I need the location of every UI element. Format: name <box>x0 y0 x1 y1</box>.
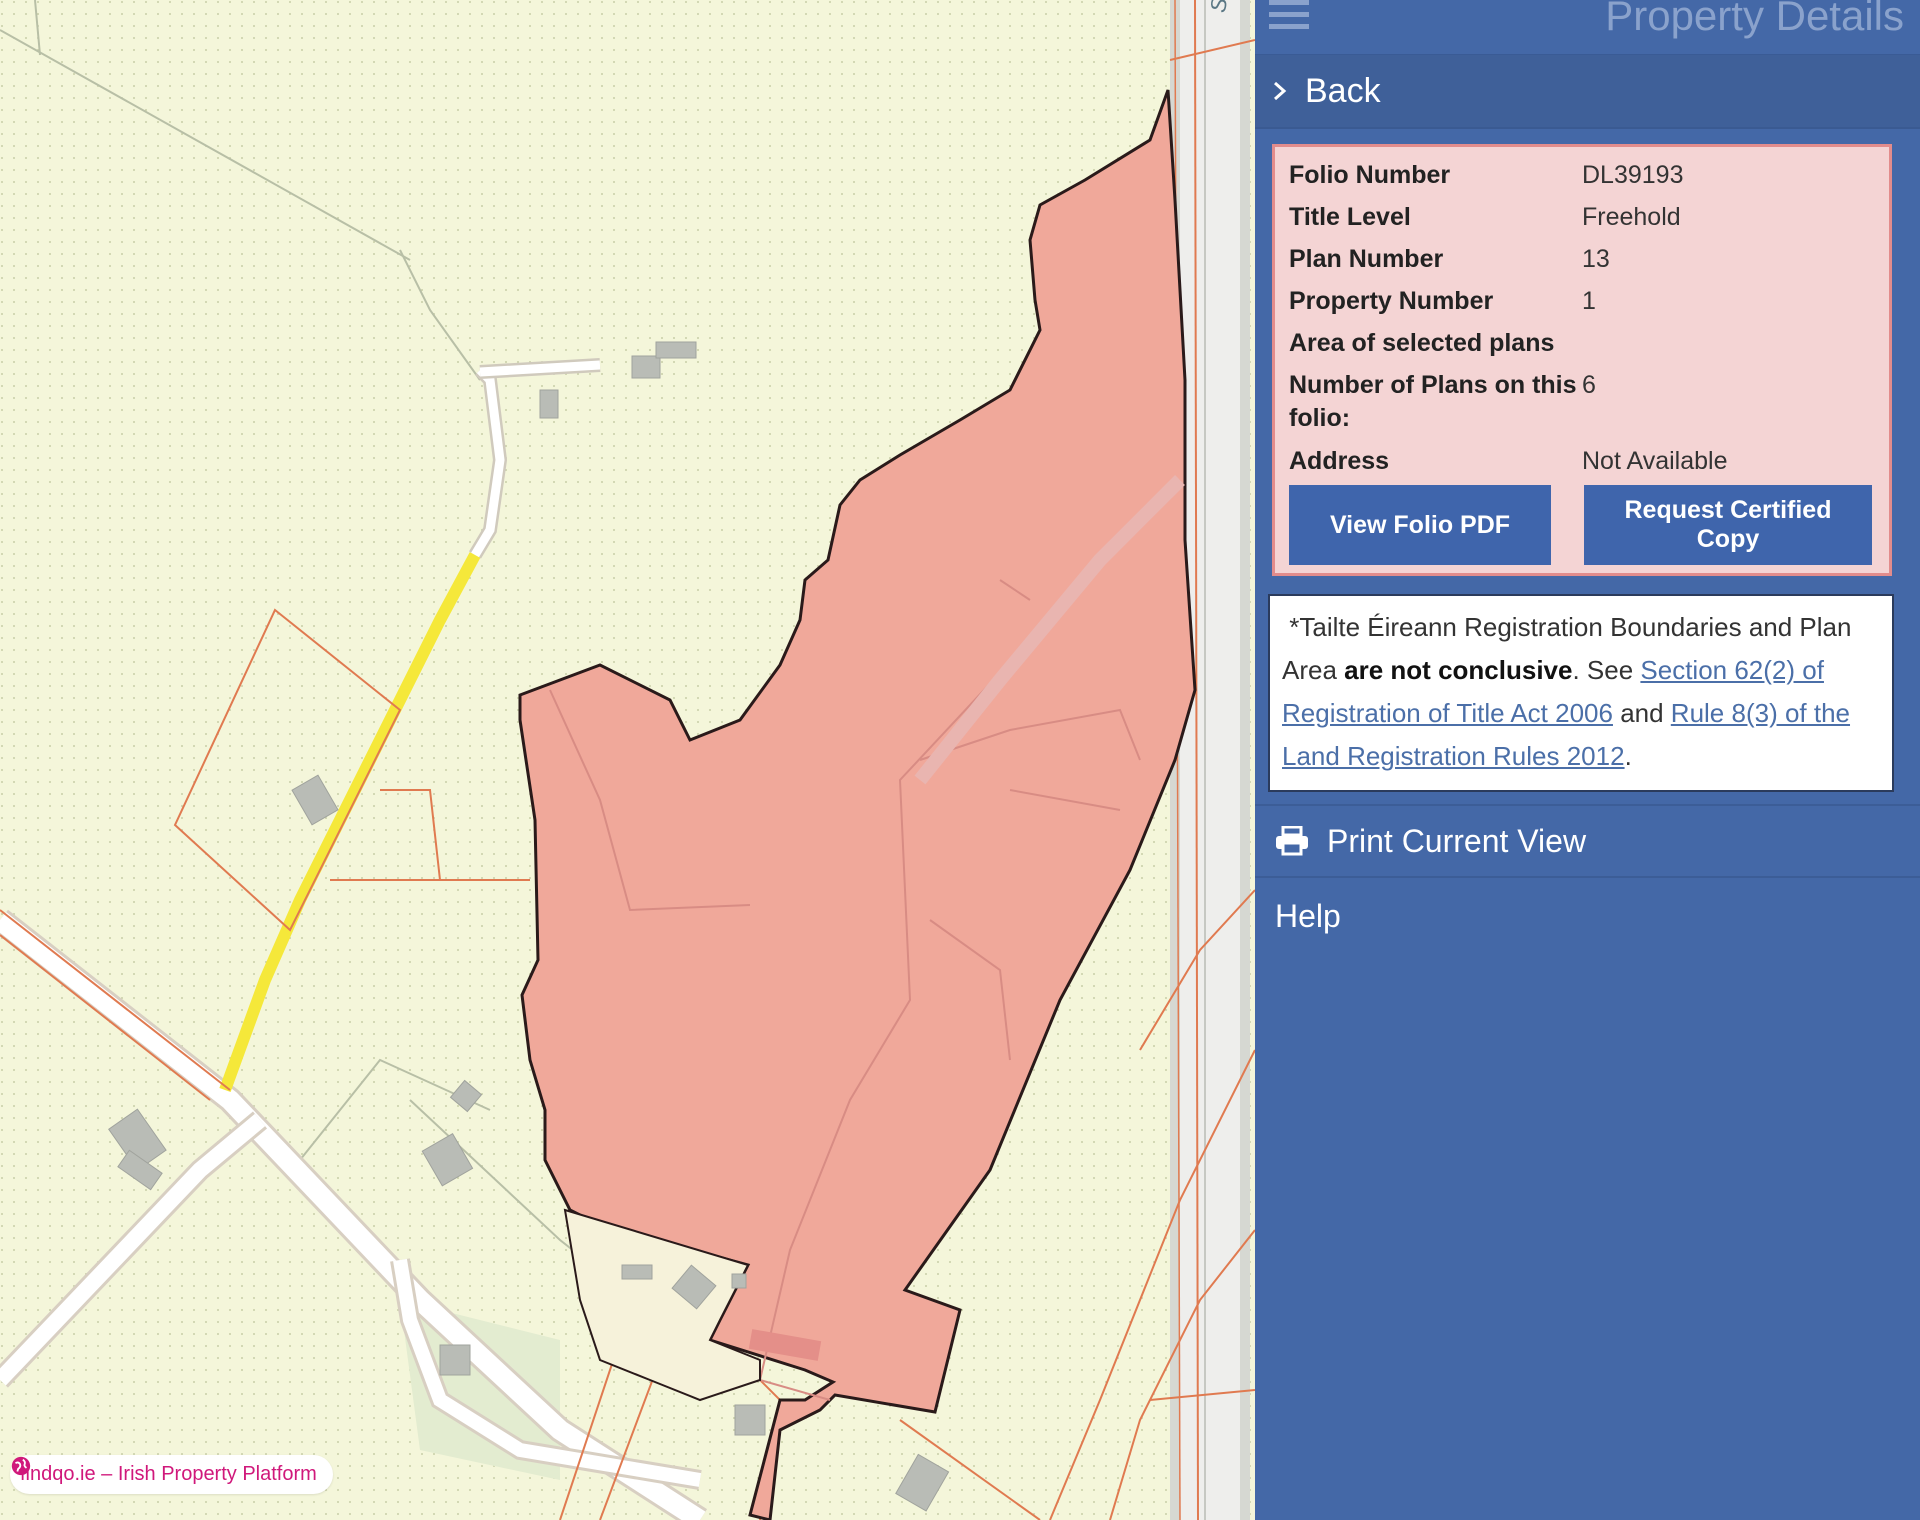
number-of-plans-value: 6 <box>1582 371 1596 399</box>
notice-text-3: and <box>1612 698 1671 728</box>
printer-icon <box>1276 826 1308 856</box>
panel-title: Property Details <box>1605 0 1904 39</box>
print-label: Print Current View <box>1327 822 1587 859</box>
notice-text-2: . See <box>1572 655 1641 685</box>
property-details-card: Folio Number DL39193 Title Level Freehol… <box>1272 144 1892 576</box>
plan-number-label: Plan Number <box>1289 245 1444 273</box>
chevron-right-icon <box>1274 81 1287 101</box>
globe-icon <box>11 1456 31 1476</box>
details-table: Folio Number DL39193 Title Level Freehol… <box>1289 159 1727 487</box>
row-folio-number: Folio Number DL39193 <box>1289 159 1727 201</box>
folio-number-label: Folio Number <box>1289 161 1451 189</box>
request-certified-copy-button[interactable]: Request Certified Copy <box>1584 485 1872 565</box>
help-menu-item[interactable]: Help <box>1255 880 1920 952</box>
row-title-level: Title Level Freehold <box>1289 201 1727 243</box>
plan-number-value: 13 <box>1582 245 1610 273</box>
area-label: Area of selected plans <box>1289 329 1555 357</box>
row-property-number: Property Number 1 <box>1289 285 1727 327</box>
print-current-view-button[interactable]: Print Current View <box>1255 804 1920 878</box>
help-label: Help <box>1275 897 1341 934</box>
title-level-value: Freehold <box>1582 203 1681 231</box>
notice-text-4: . <box>1624 741 1632 771</box>
row-area: Area of selected plans <box>1289 327 1727 369</box>
row-plan-number: Plan Number 13 <box>1289 243 1727 285</box>
number-of-plans-label: Number of Plans on this folio: <box>1289 371 1577 432</box>
title-level-label: Title Level <box>1289 203 1411 231</box>
watermark-text: findqo.ie – Irish Property Platform <box>20 1463 317 1485</box>
back-button[interactable]: Back <box>1255 55 1920 129</box>
disclaimer-notice: *Tailte Éireann Registration Boundaries … <box>1268 594 1894 792</box>
road-vertical <box>1170 0 1250 1520</box>
address-label: Address <box>1289 447 1390 475</box>
side-panel: Property Details Back Folio Number DL391… <box>1255 0 1920 1520</box>
hamburger-menu-icon[interactable] <box>1269 0 1309 30</box>
property-number-value: 1 <box>1582 287 1596 315</box>
panel-header: Property Details <box>1255 0 1920 55</box>
map-view[interactable]: Slí an Atlantaigh F findqo.ie – Irish Pr… <box>0 0 1255 1520</box>
row-number-of-plans: Number of Plans on this folio: 6 <box>1289 369 1727 445</box>
notice-bold: are not conclusive <box>1344 655 1573 685</box>
watermark-badge: findqo.ie – Irish Property Platform <box>10 1455 333 1494</box>
folio-number-value: DL39193 <box>1582 161 1684 189</box>
area-value <box>1582 327 1727 369</box>
address-value: Not Available <box>1582 447 1728 475</box>
map-canvas[interactable] <box>0 0 1255 1520</box>
back-label: Back <box>1305 71 1381 110</box>
view-folio-pdf-button[interactable]: View Folio PDF <box>1289 485 1551 565</box>
row-address: Address Not Available <box>1289 445 1727 487</box>
property-number-label: Property Number <box>1289 287 1494 315</box>
